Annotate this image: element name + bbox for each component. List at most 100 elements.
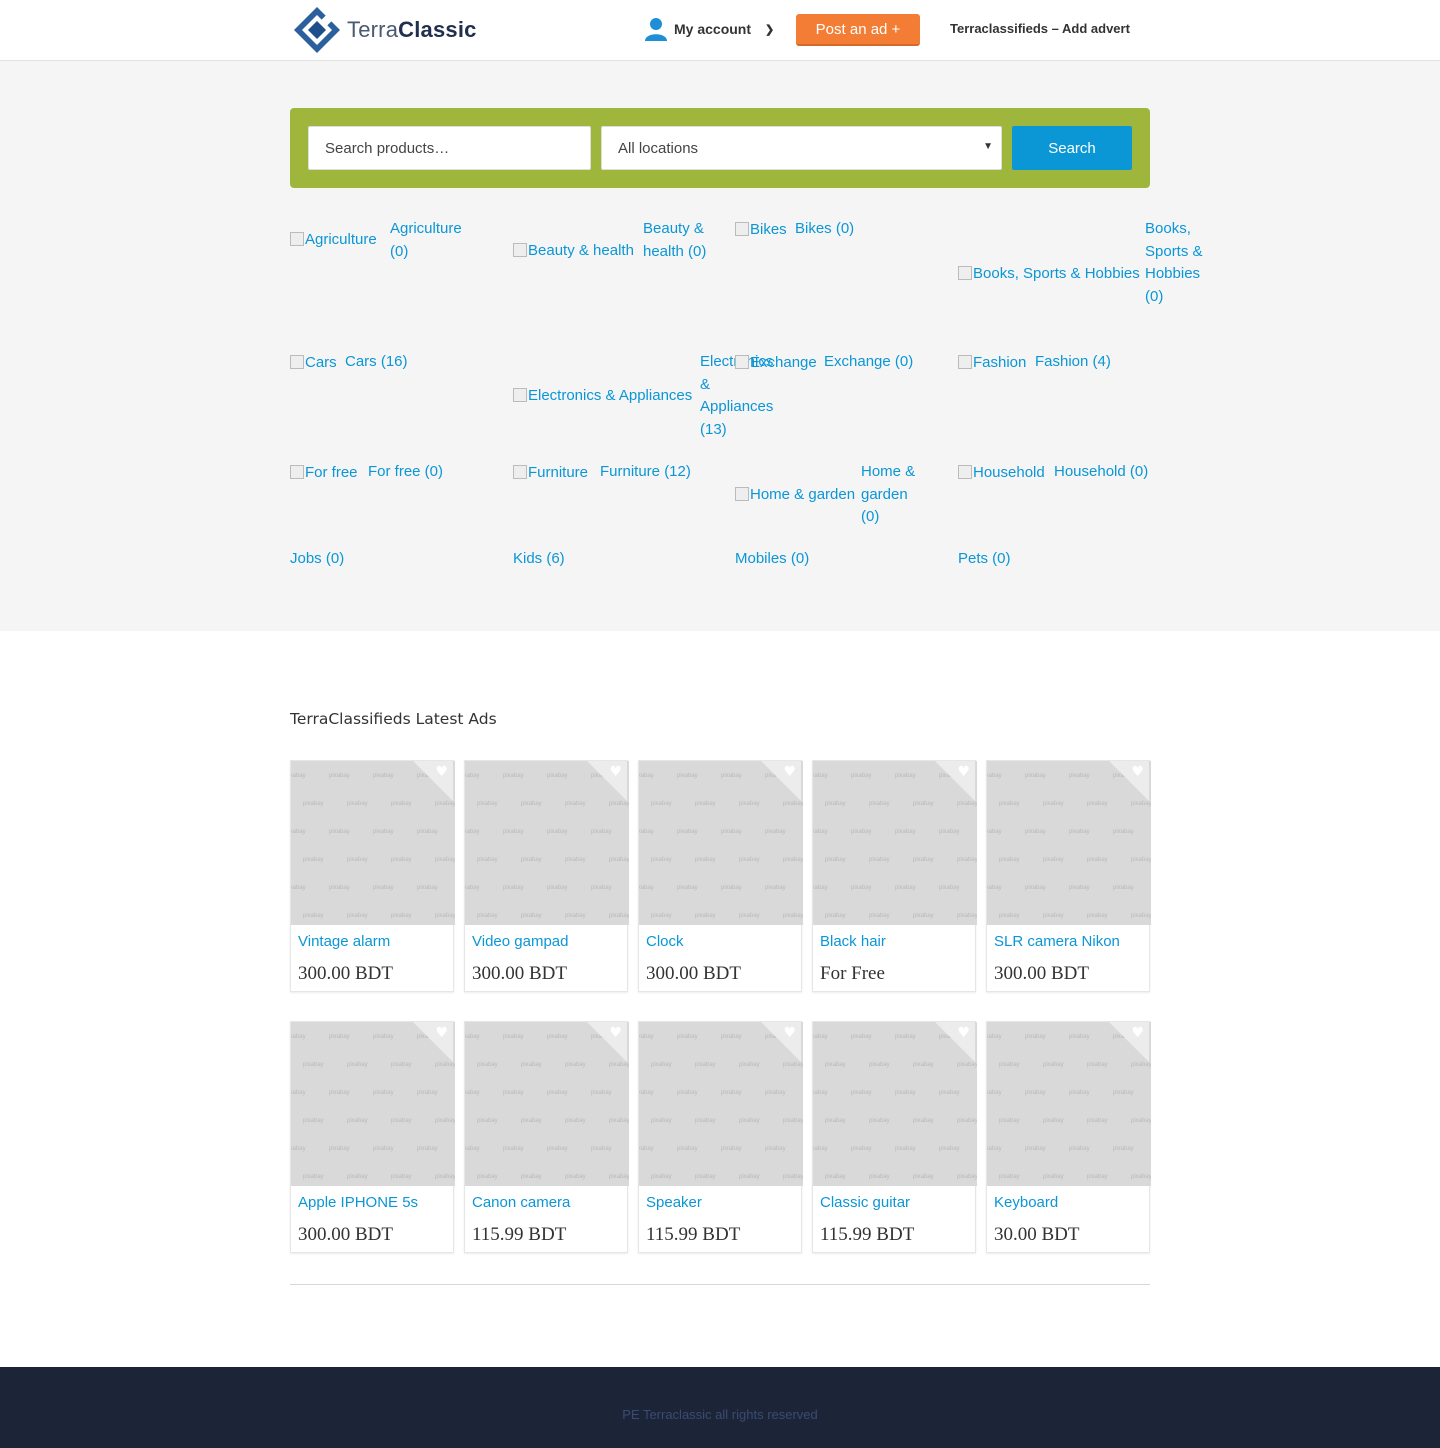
category-mobiles[interactable]: Mobiles (0) bbox=[735, 548, 935, 573]
ad-price: 115.99 BDT bbox=[472, 1224, 567, 1245]
thumbnail-watermark: pixabay bbox=[851, 1090, 872, 1096]
thumbnail-watermark: pixabay bbox=[465, 1090, 480, 1096]
thumbnail-watermark: pixabay bbox=[435, 801, 455, 807]
category-household[interactable]: Household Household (0) bbox=[958, 461, 1168, 531]
post-ad-button[interactable]: Post an ad + bbox=[796, 14, 920, 46]
category-pets[interactable]: Pets (0) bbox=[958, 548, 1158, 573]
category-label: Mobiles (0) bbox=[735, 550, 810, 567]
category-for-free[interactable]: For free For free (0) bbox=[290, 461, 500, 531]
category-furniture[interactable]: Furniture Furniture (12) bbox=[513, 461, 723, 531]
heart-icon[interactable]: ♥ bbox=[957, 1025, 970, 1041]
thumbnail-watermark: pixabay bbox=[391, 1118, 412, 1124]
thumbnail-watermark: pixabay bbox=[813, 1090, 828, 1096]
thumbnail-watermark: pixabay bbox=[329, 829, 350, 835]
thumbnail-watermark: pixabay bbox=[465, 1034, 480, 1040]
thumbnail-watermark: pixabay bbox=[851, 829, 872, 835]
thumbnail-watermark: pixabay bbox=[1131, 801, 1151, 807]
location-select[interactable]: All locations ▼ bbox=[601, 126, 1002, 170]
thumbnail-watermark: pixabay bbox=[825, 1118, 846, 1124]
thumbnail-watermark: pixabay bbox=[609, 1174, 629, 1180]
thumbnail-watermark: pixabay bbox=[695, 1174, 716, 1180]
category-image: For free bbox=[290, 462, 358, 485]
thumbnail-watermark: pixabay bbox=[547, 1146, 568, 1152]
site-logo[interactable]: TerraClassic bbox=[293, 6, 477, 54]
thumbnail-watermark: pixabay bbox=[721, 1146, 742, 1152]
ad-card[interactable]: pixabay pixabay pixabay pixabay pixabay pixab… bbox=[986, 1021, 1151, 1253]
ad-title[interactable]: Apple IPHONE 5s bbox=[298, 1194, 418, 1211]
ad-card[interactable]: pixabay pixabay pixabay pixabay pixabay pixab… bbox=[812, 1021, 977, 1253]
ad-title[interactable]: Canon camera bbox=[472, 1194, 570, 1211]
search-button[interactable]: Search bbox=[1012, 126, 1132, 170]
ad-title[interactable]: Classic guitar bbox=[820, 1194, 910, 1211]
thumbnail-watermark: pixabay bbox=[1069, 829, 1090, 835]
logo-text: TerraClassic bbox=[347, 17, 477, 42]
thumbnail-watermark: pixabay bbox=[765, 1090, 786, 1096]
thumbnail-watermark: pixabay bbox=[373, 1146, 394, 1152]
heart-icon[interactable]: ♥ bbox=[435, 764, 448, 780]
chevron-down-icon: ❯ bbox=[765, 23, 775, 36]
account-menu[interactable]: My account ❯ bbox=[643, 16, 774, 42]
category-jobs[interactable]: Jobs (0) bbox=[290, 548, 490, 573]
ad-card[interactable]: pixabay pixabay pixabay pixabay pixabay pixab… bbox=[464, 760, 629, 992]
ad-price: 300.00 BDT bbox=[646, 963, 741, 984]
heart-icon[interactable]: ♥ bbox=[609, 1025, 622, 1041]
thumbnail-watermark: pixabay bbox=[695, 801, 716, 807]
thumbnail-watermark: pixabay bbox=[391, 801, 412, 807]
category-books-sports-hobbies[interactable]: Books, Sports & Hobbies Books, Sports & … bbox=[958, 218, 1218, 338]
thumbnail-watermark: pixabay bbox=[609, 1118, 629, 1124]
ad-title[interactable]: SLR camera Nikon bbox=[994, 933, 1120, 950]
thumbnail-watermark: pixabay bbox=[329, 773, 350, 779]
thumbnail-watermark: pixabay bbox=[913, 1118, 934, 1124]
site-footer: PE Terraclassic all rights reserved bbox=[0, 1367, 1440, 1448]
category-fashion[interactable]: Fashion Fashion (4) bbox=[958, 351, 1168, 441]
thumbnail-watermark: pixabay bbox=[739, 1174, 760, 1180]
heart-icon[interactable]: ♥ bbox=[435, 1025, 448, 1041]
category-bikes[interactable]: Bikes Bikes (0) bbox=[735, 218, 945, 308]
add-advert-link[interactable]: Terraclassifieds – Add advert bbox=[950, 21, 1130, 36]
thumbnail-watermark: pixabay bbox=[521, 1118, 542, 1124]
thumbnail-watermark: pixabay bbox=[695, 1062, 716, 1068]
category-agriculture[interactable]: Agriculture Agriculture (0) bbox=[290, 218, 500, 308]
category-exchange[interactable]: Exchange Exchange (0) bbox=[735, 351, 945, 441]
thumbnail-watermark: pixabay bbox=[1069, 1034, 1090, 1040]
thumbnail-watermark: pixabay bbox=[913, 913, 934, 919]
category-kids[interactable]: Kids (6) bbox=[513, 548, 713, 573]
category-cars[interactable]: Cars Cars (16) bbox=[290, 351, 500, 441]
thumbnail-watermark: pixabay bbox=[721, 885, 742, 891]
category-home-garden[interactable]: Home & garden Home & garden (0) bbox=[735, 461, 945, 531]
category-beauty-health[interactable]: Beauty & health Beauty & health (0) bbox=[513, 218, 723, 308]
ad-card[interactable]: pixabay pixabay pixabay pixabay pixabay pixab… bbox=[638, 1021, 803, 1253]
ad-title[interactable]: Keyboard bbox=[994, 1194, 1058, 1211]
thumbnail-watermark: pixabay bbox=[503, 1090, 524, 1096]
ad-title[interactable]: Video gampad bbox=[472, 933, 568, 950]
thumbnail-watermark: pixabay bbox=[465, 829, 480, 835]
ad-title[interactable]: Black hair bbox=[820, 933, 886, 950]
heart-icon[interactable]: ♥ bbox=[957, 764, 970, 780]
thumbnail-watermark: pixabay bbox=[939, 885, 960, 891]
ad-card[interactable]: pixabay pixabay pixabay pixabay pixabay pixab… bbox=[638, 760, 803, 992]
ad-card[interactable]: pixabay pixabay pixabay pixabay pixabay pixab… bbox=[290, 1021, 455, 1253]
thumbnail-watermark: pixabay bbox=[1025, 1034, 1046, 1040]
thumbnail-watermark: pixabay bbox=[721, 829, 742, 835]
thumbnail-watermark: pixabay bbox=[957, 1062, 977, 1068]
thumbnail-watermark: pixabay bbox=[1113, 1090, 1134, 1096]
heart-icon[interactable]: ♥ bbox=[783, 764, 796, 780]
ad-title[interactable]: Vintage alarm bbox=[298, 933, 390, 950]
heart-icon[interactable]: ♥ bbox=[783, 1025, 796, 1041]
ad-card[interactable]: pixabay pixabay pixabay pixabay pixabay pixab… bbox=[464, 1021, 629, 1253]
ad-card[interactable]: pixabay pixabay pixabay pixabay pixabay pixab… bbox=[986, 760, 1151, 992]
ad-card[interactable]: pixabay pixabay pixabay pixabay pixabay pixab… bbox=[290, 760, 455, 992]
thumbnail-watermark: pixabay bbox=[435, 857, 455, 863]
thumbnail-watermark: pixabay bbox=[651, 1174, 672, 1180]
category-label: Kids (6) bbox=[513, 550, 565, 567]
heart-icon[interactable]: ♥ bbox=[1131, 1025, 1144, 1041]
search-input[interactable]: Search products… bbox=[308, 126, 591, 170]
ad-title[interactable]: Speaker bbox=[646, 1194, 702, 1211]
thumbnail-watermark: pixabay bbox=[303, 1174, 324, 1180]
ad-card[interactable]: pixabay pixabay pixabay pixabay pixabay pixab… bbox=[812, 760, 977, 992]
thumbnail-watermark: pixabay bbox=[1025, 773, 1046, 779]
heart-icon[interactable]: ♥ bbox=[609, 764, 622, 780]
heart-icon[interactable]: ♥ bbox=[1131, 764, 1144, 780]
thumbnail-watermark: pixabay bbox=[291, 829, 306, 835]
ad-title[interactable]: Clock bbox=[646, 933, 684, 950]
